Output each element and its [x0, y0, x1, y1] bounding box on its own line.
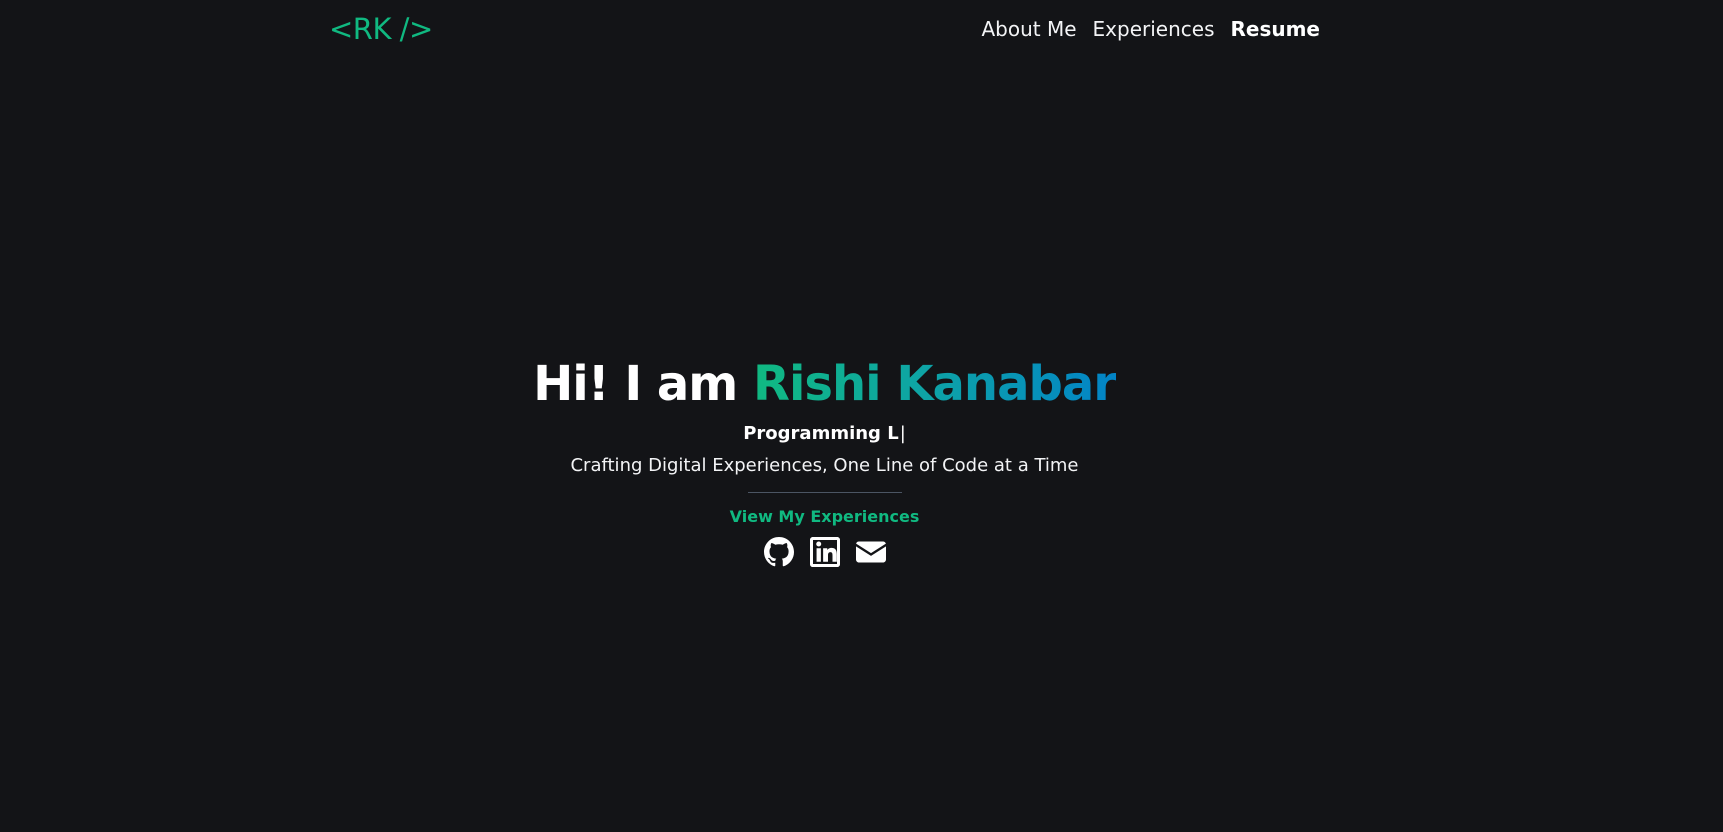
typing-text-value: Programming L — [743, 423, 899, 444]
hero-headline: Hi! I am Rishi Kanabar — [533, 350, 1117, 418]
github-icon — [763, 537, 794, 571]
nav-link-experiences[interactable]: Experiences — [1093, 17, 1215, 41]
github-link[interactable] — [763, 537, 794, 571]
hero-section: Hi! I am Rishi Kanabar Programming L| Cr… — [0, 350, 1649, 569]
envelope-icon — [855, 537, 886, 571]
view-experiences-link[interactable]: View My Experiences — [730, 507, 920, 527]
social-links — [763, 537, 886, 571]
hero-tagline: Crafting Digital Experiences, One Line o… — [570, 455, 1079, 476]
typing-text: Programming L| — [743, 422, 906, 446]
logo[interactable]: <RK /> — [329, 12, 433, 46]
nav-link-about-me[interactable]: About Me — [981, 17, 1076, 41]
nav-links: About Me Experiences Resume — [981, 17, 1320, 41]
linkedin-icon — [809, 537, 840, 571]
hero-divider — [747, 492, 902, 493]
navbar: <RK /> About Me Experiences Resume — [329, 0, 1320, 58]
typing-cursor: | — [899, 423, 906, 444]
hero-greeting: Hi! I am — [533, 356, 754, 412]
page: <RK /> About Me Experiences Resume Hi! I… — [0, 0, 1723, 832]
linkedin-link[interactable] — [809, 537, 840, 571]
email-link[interactable] — [855, 537, 886, 571]
nav-link-resume[interactable]: Resume — [1230, 17, 1320, 41]
hero-name: Rishi Kanabar — [753, 356, 1117, 412]
